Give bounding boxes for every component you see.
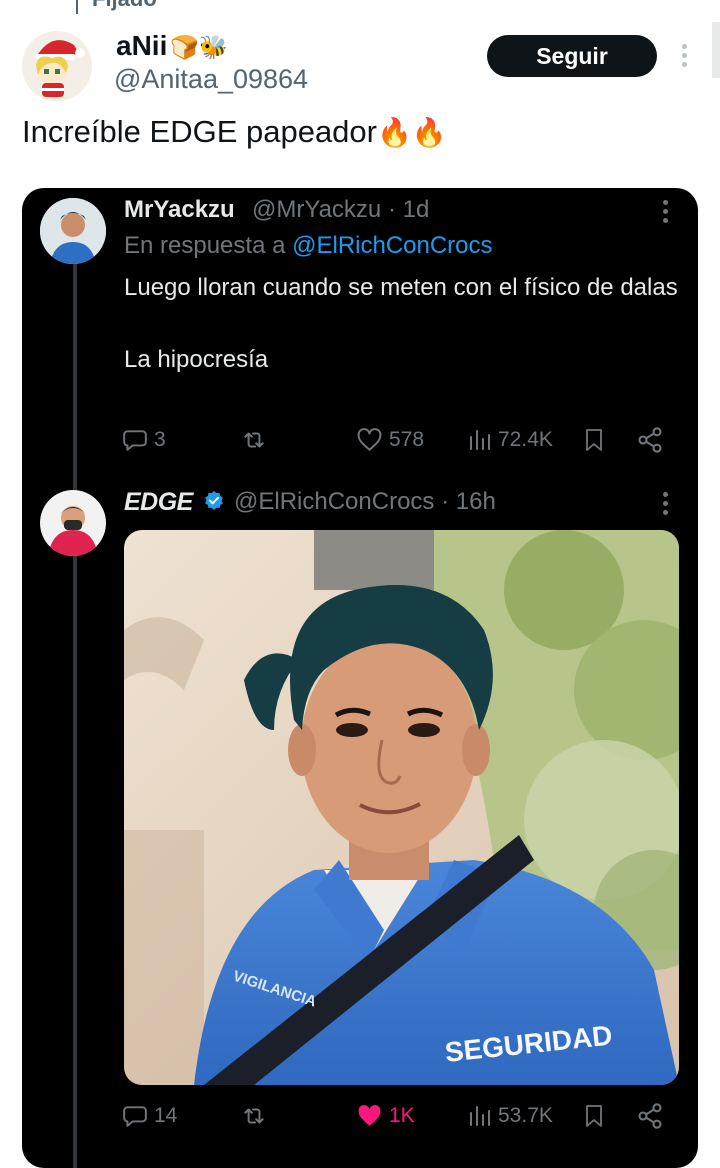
pinned-label: Fijado bbox=[92, 0, 157, 12]
bookmark-icon bbox=[586, 1105, 602, 1127]
edge-action-bookmark[interactable] bbox=[582, 1098, 606, 1134]
follow-button[interactable]: Seguir bbox=[487, 35, 657, 77]
reply-action-views[interactable]: 72.4K bbox=[468, 422, 553, 458]
post-photo[interactable]: VIGILANCIA SEGURIDAD bbox=[124, 530, 679, 1085]
quoted-screenshot-card[interactable]: MrYackzu @MrYackzu · 1d En respuesta a @… bbox=[22, 188, 698, 1168]
reply-handle-time: @MrYackzu · 1d bbox=[252, 196, 430, 223]
author-name[interactable]: aNii 🍞🐝 bbox=[116, 30, 228, 62]
replying-to-link[interactable]: @ElRichConCrocs bbox=[292, 232, 492, 259]
views-icon bbox=[470, 1106, 490, 1126]
edge-action-share[interactable] bbox=[636, 1098, 664, 1134]
author-handle[interactable]: @Anitaa_09864 bbox=[114, 64, 308, 95]
fire-emoji: 🔥🔥 bbox=[377, 117, 447, 148]
reply-action-bookmark[interactable] bbox=[582, 422, 606, 458]
comment-icon bbox=[123, 430, 147, 451]
comment-icon bbox=[123, 1106, 147, 1127]
reply-more-icon[interactable] bbox=[663, 200, 668, 223]
edge-action-repost[interactable] bbox=[240, 1098, 268, 1134]
more-options-icon[interactable] bbox=[682, 44, 687, 67]
reply-body-line: La hipocresía bbox=[124, 346, 269, 373]
reply-actions-bar: 3 578 72.4K bbox=[122, 422, 670, 458]
replying-to: En respuesta a @ElRichConCrocs bbox=[124, 232, 493, 259]
views-icon bbox=[470, 430, 490, 450]
edge-more-icon[interactable] bbox=[663, 492, 668, 515]
pin-line bbox=[76, 0, 78, 14]
reply-action-comment[interactable]: 3 bbox=[122, 422, 166, 458]
share-icon bbox=[638, 427, 662, 453]
scrollbar[interactable] bbox=[712, 22, 720, 78]
reply-avatar[interactable] bbox=[40, 198, 106, 264]
edge-action-views[interactable]: 53.7K bbox=[468, 1098, 553, 1134]
edge-action-like[interactable]: 1K bbox=[356, 1098, 415, 1134]
reply-author-name[interactable]: MrYackzu bbox=[124, 196, 235, 224]
share-icon bbox=[638, 1103, 662, 1129]
reply-body-line: Luego lloran cuando se meten con el físi… bbox=[124, 274, 678, 301]
bookmark-icon bbox=[586, 429, 602, 451]
author-emoji: 🍞🐝 bbox=[170, 34, 228, 60]
reply-action-share[interactable] bbox=[636, 422, 664, 458]
repost-icon bbox=[244, 432, 264, 448]
edge-actions-bar: 14 1K 53.7K bbox=[122, 1098, 670, 1134]
edge-action-comment[interactable]: 14 bbox=[122, 1098, 177, 1134]
reply-action-like[interactable]: 578 bbox=[356, 422, 424, 458]
edge-author-name[interactable]: EDGE bbox=[124, 488, 225, 517]
reply-body: Luego lloran cuando se meten con el físi… bbox=[124, 270, 684, 378]
author-avatar[interactable] bbox=[22, 31, 92, 101]
thread-line bbox=[73, 264, 77, 1168]
edge-handle-time: @ElRichConCrocs · 16h bbox=[234, 488, 496, 515]
reply-action-repost[interactable] bbox=[240, 422, 268, 458]
tweet-text: Increíble EDGE papeador🔥🔥 bbox=[22, 114, 447, 149]
heart-filled-icon bbox=[358, 1105, 381, 1126]
verified-badge-icon bbox=[205, 491, 224, 511]
edge-avatar[interactable] bbox=[40, 490, 106, 556]
heart-icon bbox=[357, 428, 382, 451]
repost-icon bbox=[244, 1108, 264, 1124]
